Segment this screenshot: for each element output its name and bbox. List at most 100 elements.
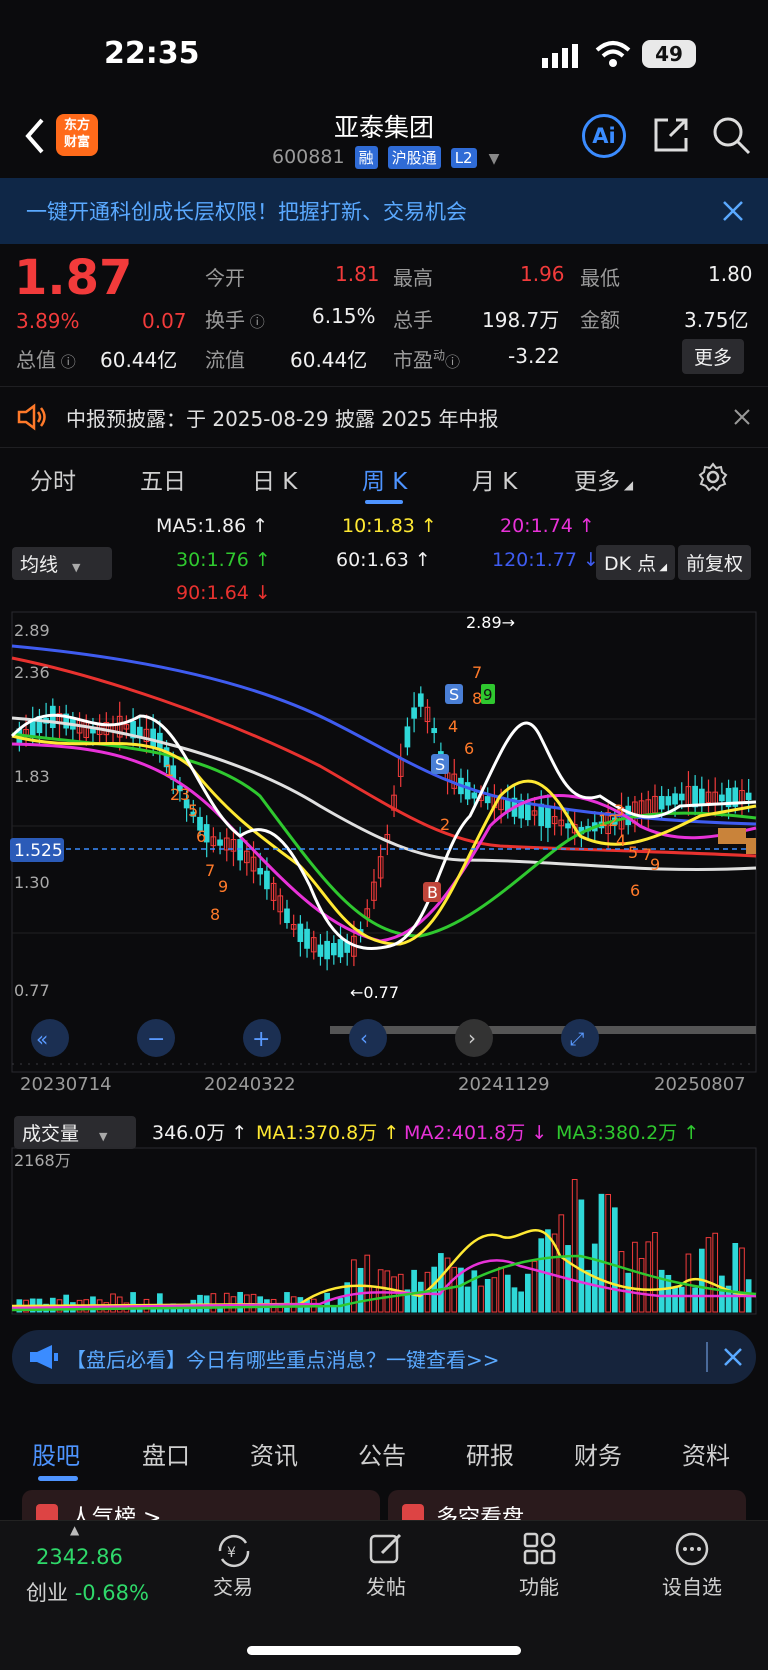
promo-banner[interactable]: 一键开通科创成长层权限！把握打新、交易机会 — [0, 178, 768, 244]
chevron-down-icon: ▼ — [72, 561, 81, 574]
volume-bar — [672, 1287, 678, 1313]
index-change[interactable]: 创业 -0.68% — [26, 1577, 149, 1607]
kline-chart[interactable]: S S B 9 12 35 6798 42678 12345 796 2.89 2.… — [0, 606, 768, 1096]
candle-body — [284, 908, 290, 924]
svg-text:4: 4 — [616, 831, 626, 850]
volume-bar — [223, 1292, 230, 1313]
svg-text:7: 7 — [205, 861, 215, 880]
tab-orderbook[interactable]: 盘口 — [142, 1436, 190, 1471]
fullscreen-button[interactable]: ⤢ — [561, 1019, 599, 1057]
tab-indicator — [365, 500, 403, 504]
candle-body — [257, 868, 264, 875]
close-icon[interactable] — [734, 409, 750, 425]
period-tabs: 分时 五日 日 K 周 K 月 K 更多 ◢ — [0, 448, 768, 508]
tab-trade[interactable]: 交易 — [183, 1571, 283, 1600]
search-icon[interactable] — [712, 116, 752, 156]
tab-profile[interactable]: 资料 — [682, 1436, 730, 1471]
volume-ma2: MA2:401.8万 ↓ — [404, 1122, 548, 1144]
tab-intraday[interactable]: 分时 — [30, 462, 76, 496]
volume-chart[interactable]: 2168万 — [0, 1146, 768, 1316]
scroll-left-button[interactable]: ‹ — [349, 1019, 387, 1057]
tab-more[interactable]: 更多 ◢ — [574, 462, 633, 496]
level2-tag: L2 — [450, 147, 477, 168]
candle-body — [304, 928, 310, 949]
volume-bar — [357, 1267, 364, 1313]
tab-add-watchlist[interactable]: 设自选 — [642, 1571, 742, 1600]
scroll-right-button[interactable]: › — [455, 1019, 493, 1057]
date-label-4: 20250807 — [654, 1074, 746, 1095]
float-value: 60.44亿 — [290, 348, 368, 372]
tab-post[interactable]: 发帖 — [336, 1571, 436, 1600]
ma30-legend: 30:1.76 ↑ — [176, 549, 271, 571]
info-icon[interactable]: ⓘ — [56, 353, 76, 371]
dk-button[interactable]: DK 点 ◢ — [596, 545, 676, 580]
volume-bar — [632, 1241, 638, 1313]
notice-bar[interactable]: 中报预披露：于 2025-08-29 披露 2025 年中报 — [0, 386, 768, 448]
volume-bar — [484, 1279, 491, 1313]
index-value[interactable]: 2342.86 — [36, 1545, 123, 1569]
volume-bar — [391, 1276, 397, 1313]
more-button[interactable]: 更多 — [682, 339, 745, 374]
tab-finance[interactable]: 财务 — [574, 1436, 622, 1471]
tab-announcements[interactable]: 公告 — [358, 1436, 406, 1471]
more-dots-icon[interactable] — [674, 1531, 710, 1567]
candle-body — [484, 796, 491, 804]
svg-text:«: « — [36, 1027, 48, 1051]
gear-icon[interactable] — [698, 462, 728, 492]
bottom-tab-bar: ▲ 2342.86 创业 -0.68% ¥ 交易 发帖 功能 设自选 — [0, 1520, 768, 1670]
adjust-button[interactable]: 前复权 — [678, 545, 752, 580]
info-icon[interactable]: ⓘ — [245, 313, 265, 331]
tab-functions[interactable]: 功能 — [489, 1571, 589, 1600]
candle-body — [49, 705, 56, 729]
expand-horizontal-button[interactable]: « — [31, 1019, 69, 1057]
svg-text:5: 5 — [628, 843, 638, 862]
volume-current: 346.0万 ↑ — [152, 1122, 248, 1144]
ma30-line — [11, 732, 757, 938]
change-pct: 3.89% — [16, 309, 80, 333]
close-icon[interactable] — [722, 200, 744, 222]
tab-news[interactable]: 资讯 — [250, 1436, 298, 1471]
volume-bar — [678, 1286, 685, 1313]
y-axis-4: 1.30 — [14, 873, 50, 892]
zoom-out-button[interactable]: − — [137, 1019, 175, 1057]
volume-ma3: MA3:380.2万 ↑ — [556, 1122, 700, 1144]
candle-body — [264, 870, 270, 890]
candle-body — [217, 839, 223, 846]
volume-bar — [638, 1257, 645, 1313]
last-price: 1.87 — [14, 250, 133, 306]
tab-weekly[interactable]: 周 K — [362, 462, 407, 496]
trade-icon[interactable]: ¥ — [214, 1533, 254, 1569]
candle-body — [545, 806, 551, 828]
svg-text:7: 7 — [472, 663, 482, 682]
tab-indicator — [38, 1476, 78, 1481]
share-icon[interactable] — [652, 116, 690, 154]
edit-icon[interactable] — [368, 1531, 404, 1567]
apps-icon[interactable] — [522, 1531, 558, 1567]
tab-monthly[interactable]: 月 K — [472, 462, 517, 496]
home-indicator — [247, 1646, 521, 1655]
info-icon[interactable]: ⓘ — [445, 353, 460, 371]
volume-bar — [712, 1232, 719, 1313]
date-label-2: 20240322 — [204, 1074, 296, 1095]
ai-button[interactable]: Ai — [582, 114, 626, 158]
stock-code[interactable]: 600881 融 沪股通 L2 ▼ — [272, 146, 499, 169]
chevron-down-icon: ▼ — [99, 1130, 108, 1143]
volume-bar — [417, 1281, 424, 1313]
news-bar[interactable]: 【盘后必看】今日有哪些重点消息？一键查看>> — [12, 1330, 756, 1384]
high-value: 1.96 — [520, 262, 565, 286]
svg-text:9: 9 — [483, 686, 493, 704]
volume-value: 198.7万 — [482, 308, 560, 332]
volume-bar — [464, 1286, 471, 1313]
zoom-in-button[interactable]: + — [243, 1019, 281, 1057]
indicator-select[interactable]: 均线 ▼ — [12, 547, 112, 580]
svg-text:‹: ‹ — [360, 1026, 368, 1050]
tab-forum[interactable]: 股吧 — [32, 1436, 80, 1471]
volume-bar — [451, 1266, 458, 1313]
tab-daily[interactable]: 日 K — [252, 462, 297, 496]
volume-y-max: 2168万 — [14, 1151, 71, 1170]
close-icon[interactable] — [724, 1348, 742, 1366]
tab-five-day[interactable]: 五日 — [140, 462, 186, 496]
volume-select[interactable]: 成交量 ▼ — [14, 1116, 136, 1149]
candle-body — [471, 792, 478, 799]
tab-research[interactable]: 研报 — [466, 1436, 514, 1471]
